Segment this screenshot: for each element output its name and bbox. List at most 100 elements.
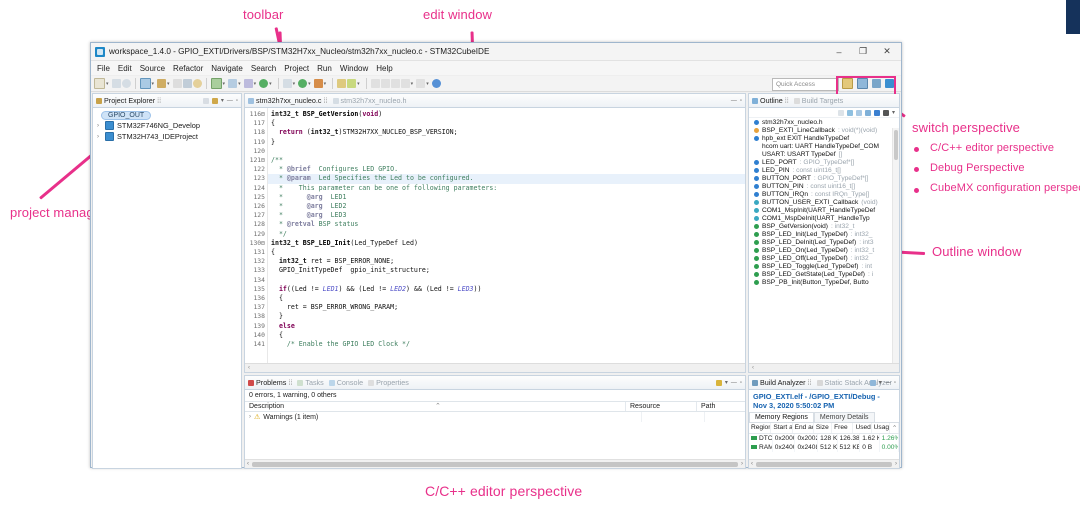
menu-item-edit[interactable]: Edit: [118, 64, 132, 73]
filters-icon[interactable]: [715, 379, 722, 386]
minimize-button[interactable]: –: [827, 44, 851, 60]
wrench-dropdown-icon[interactable]: ▾: [167, 81, 170, 87]
column-header-path[interactable]: Path: [697, 402, 745, 411]
view-menu-icon[interactable]: ▾: [221, 97, 224, 104]
column-header[interactable]: End addr...: [793, 423, 814, 433]
list-item[interactable]: BSP_LED_Init(Led_TypeDef) : int32_: [749, 230, 899, 238]
menu-item-run[interactable]: Run: [317, 64, 332, 73]
menu-item-help[interactable]: Help: [376, 64, 392, 73]
problems-maximize-icon[interactable]: ▫: [740, 380, 742, 386]
list-item[interactable]: LED_PIN : const uint16_t[]: [749, 166, 899, 174]
open-type-dropdown-icon[interactable]: ▾: [238, 81, 241, 87]
build-analyzer-horizontal-scrollbar[interactable]: ‹ ›: [749, 459, 899, 468]
collapse-all-icon[interactable]: [837, 109, 844, 116]
run-as-icon[interactable]: [298, 79, 308, 88]
menu-item-source[interactable]: Source: [140, 64, 165, 73]
list-item[interactable]: › STM32H743_IDEProject: [93, 131, 241, 142]
align-left-icon[interactable]: [370, 79, 380, 88]
outline-view-menu-icon[interactable]: [882, 109, 889, 116]
list-item[interactable]: › STM32F746NG_Develop: [93, 120, 241, 131]
list-item[interactable]: COM1_MspInit(UART_HandleTypeDef: [749, 206, 899, 214]
expand-arrow-icon[interactable]: ›: [97, 123, 102, 129]
run-icon[interactable]: [259, 79, 269, 88]
list-item[interactable]: hcom uart: UART HandleTypeDef_COM: [749, 142, 899, 150]
outline-vertical-scrollbar[interactable]: [892, 128, 899, 363]
outline-tree[interactable]: stm32h7xx_nucleo.h BSP_EXTI_LineCallback …: [749, 118, 899, 363]
problems-minimize-icon[interactable]: —: [731, 380, 737, 386]
new-cproject-dropdown-icon[interactable]: ▾: [223, 81, 226, 87]
git-icon[interactable]: [347, 79, 357, 88]
open-resource-icon[interactable]: [243, 79, 253, 88]
list-item[interactable]: BSP_GetVersion(void) : int32_t: [749, 222, 899, 230]
align-right-icon[interactable]: [390, 79, 400, 88]
wrench-icon[interactable]: [157, 79, 167, 88]
list-item[interactable]: BSP_LED_GetState(Led_TypeDef) : i: [749, 270, 899, 278]
selected-project-chip[interactable]: GPIO_OUT: [101, 111, 152, 120]
menu-item-search[interactable]: Search: [251, 64, 276, 73]
scroll-thumb[interactable]: [756, 461, 892, 467]
tab-project-explorer[interactable]: Project Explorer ⁞⁞: [96, 96, 161, 105]
list-item[interactable]: USART: USART TypeDef[]: [749, 150, 899, 158]
column-header[interactable]: Size: [814, 423, 833, 433]
refresh-icon[interactable]: [869, 379, 876, 386]
back-icon[interactable]: [400, 79, 410, 88]
tab-problems[interactable]: Problems ⁞⁞: [248, 378, 292, 387]
sort-icon[interactable]: [846, 109, 853, 116]
skip-breakpoints-icon[interactable]: [282, 79, 292, 88]
expand-arrow-icon[interactable]: ›: [249, 414, 251, 420]
new-file-icon[interactable]: [94, 78, 105, 89]
align-center-icon[interactable]: [380, 79, 390, 88]
scroll-thumb[interactable]: [252, 461, 738, 467]
git-dropdown-icon[interactable]: ▾: [357, 81, 360, 87]
tab-console[interactable]: Console: [328, 378, 363, 387]
list-item[interactable]: BUTTON_IRQn : const IRQn_Type[]: [749, 190, 899, 198]
list-item[interactable]: COM1_MspDeInit(UART_HandleTyp: [749, 214, 899, 222]
forward-dropdown-icon[interactable]: ▾: [426, 81, 429, 87]
list-item[interactable]: hpb_ext EXIT HandleTypeDef: [749, 134, 899, 142]
quick-access-input[interactable]: Quick Access: [772, 78, 839, 91]
column-header[interactable]: Usage (: [872, 423, 890, 433]
build-analyzer-minimize-icon[interactable]: —: [885, 380, 891, 386]
list-item[interactable]: BUTTON_PIN : const uint16_t[]: [749, 182, 899, 190]
debug-dropdown-icon[interactable]: ▾: [324, 81, 327, 87]
run-as-dropdown-icon[interactable]: ▾: [308, 81, 311, 87]
source-code-area[interactable]: int32_t BSP_GetVersion(void){ return (in…: [268, 108, 745, 363]
project-explorer-selected-row[interactable]: GPIO_OUT: [93, 110, 241, 120]
column-header[interactable]: Used: [853, 423, 872, 433]
list-item[interactable]: stm32h7xx_nucleo.h: [749, 118, 899, 126]
scroll-left-icon[interactable]: ‹: [751, 461, 753, 467]
search-icon[interactable]: [182, 79, 192, 88]
build-icon[interactable]: [139, 78, 151, 89]
editor-maximize-icon[interactable]: ▫: [740, 98, 742, 104]
editor-minimize-icon[interactable]: —: [731, 98, 737, 104]
subtab-memory-regions[interactable]: Memory Regions: [749, 412, 814, 422]
hide-static-icon[interactable]: [864, 109, 871, 116]
menu-item-refactor[interactable]: Refactor: [173, 64, 203, 73]
outline-scroll-thumb[interactable]: [894, 130, 898, 160]
list-item[interactable]: BSP_LED_Toggle(Led_TypeDef) : int: [749, 262, 899, 270]
hide-fields-icon[interactable]: [855, 109, 862, 116]
menu-item-window[interactable]: Window: [340, 64, 368, 73]
save-icon[interactable]: [111, 79, 121, 88]
tab-properties[interactable]: Properties: [368, 378, 409, 387]
column-header[interactable]: Start add...: [771, 423, 793, 433]
open-resource-dropdown-icon[interactable]: ▾: [254, 81, 257, 87]
skip-breakpoints-dropdown-icon[interactable]: ▾: [293, 81, 296, 87]
save-all-icon[interactable]: [121, 79, 131, 88]
project-explorer-tree[interactable]: GPIO_OUT › STM32F746NG_Develop › STM32H7…: [93, 108, 241, 468]
menu-item-file[interactable]: File: [97, 64, 110, 73]
maximize-button[interactable]: ❐: [851, 44, 875, 60]
column-header-description[interactable]: Description ⌃: [245, 402, 626, 411]
build-analyzer-view-menu-icon[interactable]: ▾: [879, 379, 882, 386]
code-editor[interactable]: 116⊟ 117 118 119 120 121⊟ 122 123 124 125 …: [245, 108, 745, 363]
external-tools-icon[interactable]: [337, 79, 347, 88]
build-dropdown-icon[interactable]: ▾: [152, 81, 155, 87]
refresh-icon[interactable]: [192, 79, 202, 88]
list-item[interactable]: BSP_EXTI_LineCallback : void(*)(void): [749, 126, 899, 134]
new-dropdown-icon[interactable]: ▾: [106, 81, 109, 87]
subtab-memory-details[interactable]: Memory Details: [813, 412, 875, 422]
build-analyzer-maximize-icon[interactable]: ▫: [894, 380, 896, 386]
scroll-left-icon[interactable]: ‹: [247, 461, 249, 467]
new-cproject-icon[interactable]: [210, 78, 222, 89]
tab-build-analyzer[interactable]: Build Analyzer ⁞⁞: [752, 378, 812, 387]
